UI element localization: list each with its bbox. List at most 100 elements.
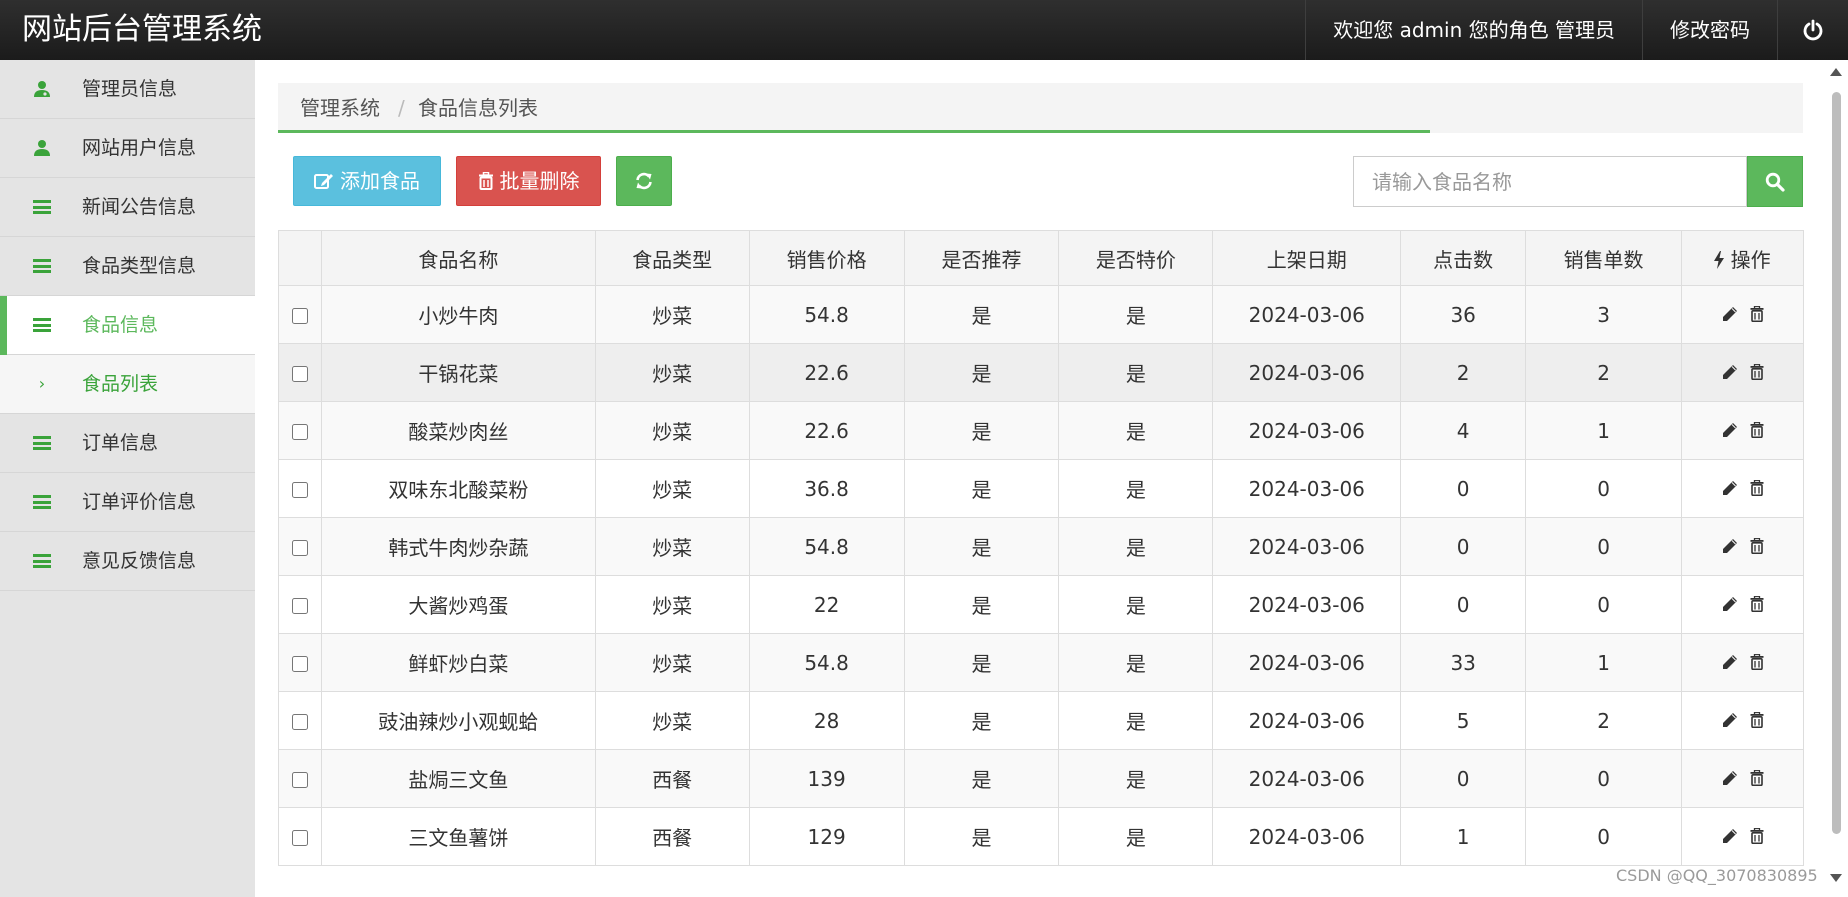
- row-checkbox[interactable]: [291, 714, 308, 730]
- pencil-icon[interactable]: [1722, 364, 1738, 380]
- cell-clicks: 0: [1400, 749, 1527, 808]
- trash-icon[interactable]: [1750, 421, 1764, 438]
- row-checkbox[interactable]: [291, 656, 308, 672]
- refresh-button[interactable]: [616, 156, 672, 206]
- cell-type: 炒菜: [594, 575, 750, 634]
- trash-icon[interactable]: [1750, 363, 1764, 380]
- change-password-link[interactable]: 修改密码: [1642, 0, 1777, 60]
- cell-special: 是: [1058, 633, 1214, 692]
- row-checkbox[interactable]: [291, 308, 308, 324]
- cell-sales: 0: [1525, 749, 1682, 808]
- table-row[interactable]: 干锅花菜 炒菜 22.6 是是 2024-03-06 2 2: [278, 343, 1804, 402]
- trash-icon[interactable]: [1750, 711, 1764, 728]
- table-row[interactable]: 酸菜炒肉丝 炒菜 22.6 是是 2024-03-06 4 1: [278, 401, 1804, 460]
- cell-price: 22.6: [748, 343, 905, 402]
- trash-icon[interactable]: [1750, 537, 1764, 554]
- batch-delete-button[interactable]: 批量删除: [456, 156, 601, 206]
- search-input[interactable]: [1353, 156, 1747, 207]
- cell-special: 是: [1058, 459, 1214, 518]
- pencil-icon[interactable]: [1722, 306, 1738, 322]
- watermark: CSDN @QQ_3070830895: [1616, 866, 1818, 885]
- sidebar-item-admin[interactable]: 管理员信息: [0, 60, 255, 119]
- table-row[interactable]: 小炒牛肉 炒菜 54.8 是是 2024-03-06 36 3: [278, 285, 1804, 344]
- cell-price: 54.8: [748, 517, 905, 576]
- cell-price: 36.8: [748, 459, 905, 518]
- pencil-icon[interactable]: [1722, 422, 1738, 438]
- column-header-name[interactable]: 食品名称: [320, 230, 596, 286]
- cell-clicks: 36: [1400, 285, 1527, 344]
- add-food-button[interactable]: 添加食品: [293, 156, 441, 206]
- pencil-icon[interactable]: [1722, 712, 1738, 728]
- row-actions-cell: [1681, 633, 1804, 692]
- cell-price: 22: [748, 575, 905, 634]
- cell-type: 炒菜: [594, 517, 750, 576]
- cell-date: 2024-03-06: [1212, 459, 1402, 518]
- table-row[interactable]: 三文鱼薯饼 西餐 129 是是 2024-03-06 1 0: [278, 807, 1804, 866]
- cell-recommend: 是: [903, 575, 1060, 634]
- row-checkbox[interactable]: [291, 424, 308, 440]
- row-checkbox[interactable]: [291, 482, 308, 498]
- cell-sales: 0: [1525, 807, 1682, 866]
- pencil-icon[interactable]: [1722, 770, 1738, 786]
- batch-delete-label: 批量删除: [499, 169, 580, 193]
- pencil-icon[interactable]: [1722, 538, 1738, 554]
- row-checkbox[interactable]: [291, 366, 308, 382]
- column-header-date[interactable]: 上架日期: [1212, 230, 1402, 286]
- pencil-icon[interactable]: [1722, 596, 1738, 612]
- table-row[interactable]: 韩式牛肉炒杂蔬 炒菜 54.8 是是 2024-03-06 0 0: [278, 517, 1804, 576]
- row-checkbox[interactable]: [291, 830, 308, 846]
- add-food-label: 添加食品: [340, 169, 420, 193]
- table-row[interactable]: 豉油辣炒小观蚬蛤 炒菜 28 是是 2024-03-06 5 2: [278, 691, 1804, 750]
- column-header-clicks[interactable]: 点击数: [1400, 230, 1527, 286]
- bolt-icon: [1714, 250, 1725, 269]
- pencil-icon[interactable]: [1722, 480, 1738, 496]
- sidebar-item-news[interactable]: 新闻公告信息: [0, 178, 255, 237]
- cell-sales: 0: [1525, 575, 1682, 634]
- scroll-up-arrow[interactable]: [1830, 68, 1842, 76]
- trash-icon[interactable]: [1750, 827, 1764, 844]
- cell-type: 炒菜: [594, 691, 750, 750]
- scroll-thumb[interactable]: [1832, 92, 1841, 834]
- column-header-special[interactable]: 是否特价: [1058, 230, 1214, 286]
- breadcrumb-root[interactable]: 管理系统: [300, 83, 380, 133]
- search-button[interactable]: [1747, 156, 1803, 207]
- logout-button[interactable]: [1777, 0, 1848, 60]
- sidebar-item-label: 订单信息: [82, 432, 159, 454]
- table-row[interactable]: 双味东北酸菜粉 炒菜 36.8 是是 2024-03-06 0 0: [278, 459, 1804, 518]
- row-checkbox[interactable]: [291, 772, 308, 788]
- pencil-icon[interactable]: [1722, 654, 1738, 670]
- sidebar-item-order-reviews[interactable]: 订单评价信息: [0, 473, 255, 532]
- table-header-row: 食品名称 食品类型 销售价格 是否推荐 是否特价 上架日期 点击数 销售单数 操…: [278, 230, 1804, 286]
- row-checkbox[interactable]: [291, 540, 308, 556]
- table-row[interactable]: 鲜虾炒白菜 炒菜 54.8 是是 2024-03-06 33 1: [278, 633, 1804, 692]
- column-header-price[interactable]: 销售价格: [748, 230, 905, 286]
- bars-icon: [32, 473, 52, 531]
- column-header-recommend[interactable]: 是否推荐: [903, 230, 1060, 286]
- page-scrollbar[interactable]: [1827, 62, 1844, 892]
- cell-clicks: 0: [1400, 517, 1527, 576]
- row-checkbox[interactable]: [291, 598, 308, 614]
- sidebar-item-site-users[interactable]: 网站用户信息: [0, 119, 255, 178]
- pencil-icon[interactable]: [1722, 828, 1738, 844]
- column-header-sales[interactable]: 销售单数: [1525, 230, 1682, 286]
- sidebar-item-food-info[interactable]: 食品信息: [0, 296, 255, 355]
- trash-icon[interactable]: [1750, 595, 1764, 612]
- trash-icon[interactable]: [1750, 653, 1764, 670]
- table-row[interactable]: 大酱炒鸡蛋 炒菜 22 是是 2024-03-06 0 0: [278, 575, 1804, 634]
- bars-icon: [32, 178, 52, 236]
- table-row[interactable]: 盐焗三文鱼 西餐 139 是是 2024-03-06 0 0: [278, 749, 1804, 808]
- column-header-type[interactable]: 食品类型: [594, 230, 750, 286]
- trash-icon[interactable]: [1750, 479, 1764, 496]
- sidebar-subitem-food-list[interactable]: › 食品列表: [0, 355, 255, 414]
- sidebar-item-feedback[interactable]: 意见反馈信息: [0, 532, 255, 591]
- sidebar-item-food-types[interactable]: 食品类型信息: [0, 237, 255, 296]
- row-select-cell: [278, 749, 322, 808]
- trash-icon[interactable]: [1750, 769, 1764, 786]
- scroll-down-arrow[interactable]: [1830, 874, 1842, 882]
- bars-icon: [32, 414, 52, 472]
- top-navbar: 网站后台管理系统 欢迎您 admin 您的角色 管理员 修改密码: [0, 0, 1848, 60]
- sidebar-item-orders[interactable]: 订单信息: [0, 414, 255, 473]
- chevron-right-icon: ›: [38, 374, 46, 393]
- trash-icon[interactable]: [1750, 305, 1764, 322]
- cell-sales: 2: [1525, 343, 1682, 402]
